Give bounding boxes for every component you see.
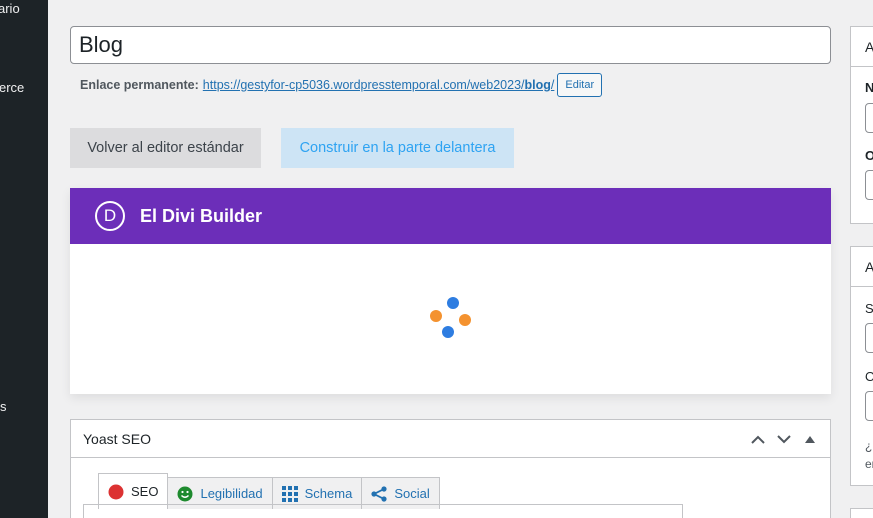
post-title-input[interactable] — [70, 26, 831, 64]
grid-icon — [281, 485, 298, 502]
yoast-header: Yoast SEO — [71, 420, 830, 458]
side-panel-input[interactable] — [865, 170, 873, 200]
smiley-icon — [177, 486, 193, 502]
side-panel-label: O — [865, 148, 873, 163]
tab-label: SEO — [131, 484, 159, 499]
yoast-title: Yoast SEO — [83, 430, 151, 447]
permalink-label: Enlace permanente: — [80, 78, 199, 92]
spinner-dot — [447, 297, 459, 309]
side-panel-label: O — [865, 369, 873, 384]
tab-label: Social — [394, 486, 430, 501]
side-panel-bottom: A S O ¿N er — [850, 246, 873, 486]
standard-editor-button[interactable]: Volver al editor estándar — [70, 128, 261, 168]
yoast-content-area — [83, 504, 683, 518]
divi-header: D El Divi Builder — [70, 188, 831, 244]
yoast-controls — [748, 420, 820, 458]
sidebar-menu-item[interactable]: ario — [0, 1, 20, 16]
red-circle-icon — [108, 484, 124, 500]
side-panel-header[interactable]: A — [851, 247, 873, 287]
side-panel-label: S — [865, 301, 873, 316]
divi-builder-box: D El Divi Builder — [70, 188, 831, 394]
tab-label: Legibilidad — [200, 486, 263, 501]
share-icon — [371, 485, 387, 502]
yoast-seo-box: Yoast SEO SEO Legibilidad Schema Social — [70, 419, 831, 518]
side-panel-help-text: ¿N — [865, 439, 873, 453]
sidebar-menu-item[interactable]: erce — [0, 80, 24, 95]
permalink-link[interactable]: https://gestyfor-cp5036.wordpresstempora… — [203, 78, 555, 92]
chevron-up-icon[interactable] — [748, 429, 768, 449]
side-panel-next — [850, 508, 873, 518]
side-panel-label: N — [865, 80, 873, 95]
side-panel-input[interactable] — [865, 103, 873, 133]
tab-label: Schema — [304, 486, 353, 501]
permalink-row: Enlace permanente: https://gestyfor-cp50… — [80, 73, 603, 97]
spinner-dot — [459, 314, 471, 326]
loading-spinner-icon — [425, 292, 475, 342]
side-panel-header[interactable]: A — [851, 27, 873, 67]
side-panel-input[interactable] — [865, 323, 873, 353]
spinner-dot — [442, 326, 454, 338]
side-panel-input[interactable] — [865, 391, 873, 421]
side-panel-help-text: er — [865, 457, 873, 471]
sidebar-menu-item[interactable]: s — [0, 399, 7, 414]
permalink-slug: blog — [524, 78, 551, 92]
divi-title: El Divi Builder — [140, 205, 263, 226]
chevron-down-icon[interactable] — [774, 429, 794, 449]
toggle-panel-icon[interactable] — [800, 429, 820, 449]
edit-permalink-button[interactable]: Editar — [557, 73, 603, 97]
front-builder-button[interactable]: Construir en la parte delantera — [281, 128, 514, 168]
spinner-dot — [430, 310, 442, 322]
divi-logo-icon: D — [95, 201, 125, 231]
permalink-tail: / — [550, 78, 555, 92]
side-panel-top: A N O — [850, 26, 873, 224]
permalink-url: https://gestyfor-cp5036.wordpresstempora… — [202, 78, 525, 92]
admin-sidebar: ario erce s — [0, 0, 48, 518]
